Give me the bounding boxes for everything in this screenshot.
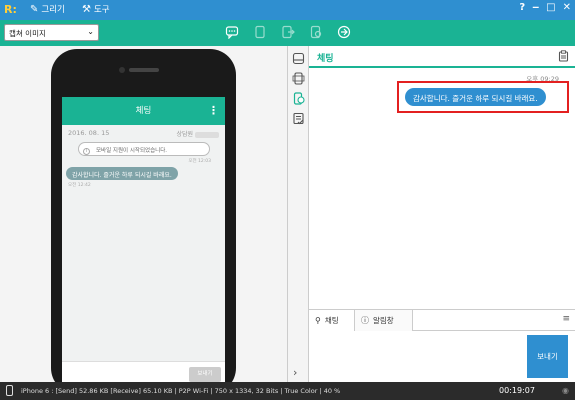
window-controls: ? ‒ □ ✕ <box>519 2 571 13</box>
link-icon[interactable] <box>337 25 351 39</box>
agent-name-blur <box>195 131 219 138</box>
tab-chat-label: 채팅 <box>324 316 339 325</box>
share-icon[interactable] <box>309 25 323 39</box>
maximize-button[interactable]: □ <box>546 2 555 13</box>
capture-select[interactable]: 캡쳐 이미지 ⌄ <box>4 24 99 41</box>
doc-icon[interactable] <box>253 25 267 39</box>
tab-chat[interactable]: ⚲ 채팅 <box>309 310 355 331</box>
toolbar: 캡쳐 이미지 ⌄ <box>0 20 575 46</box>
phone-notice-text: 모바일 지원이 시작되었습니다. <box>96 148 168 154</box>
phone-camera <box>119 67 125 73</box>
camera-icon[interactable]: ◉ <box>562 386 569 395</box>
tools-icon: ⚒ <box>82 3 91 15</box>
capture-select-value: 캡쳐 이미지 <box>9 29 46 38</box>
chat-icon[interactable] <box>225 25 239 40</box>
info-icon: i <box>83 148 90 155</box>
expand-arrow-icon[interactable]: › <box>293 366 297 379</box>
status-bar: iPhone 6 : [Send] 52.86 KB [Receive] 65.… <box>0 382 575 400</box>
mobile-chat-icon[interactable] <box>291 92 306 107</box>
kebab-menu-icon[interactable]: ⋮ <box>208 97 219 125</box>
side-tabs: › <box>288 46 309 382</box>
phone-notice: i 모바일 지원이 시작되었습니다. <box>78 142 210 156</box>
phone-chat-body: 2016. 08. 15 상담원 i 모바일 지원이 시작되었습니다. 오전 12… <box>62 125 225 361</box>
pencil-icon: ✎ <box>30 3 39 15</box>
phone-notice-time: 오전 12:03 <box>188 159 211 164</box>
device-info: iPhone 6 : [Send] 52.86 KB [Receive] 65.… <box>21 387 341 395</box>
phone-speaker <box>129 68 159 72</box>
close-button[interactable]: ✕ <box>563 2 571 13</box>
phone-chat-title: 체팅 <box>135 106 152 116</box>
chat-header: 체팅 <box>309 46 575 68</box>
phone-agent-text: 상담원 <box>176 131 194 138</box>
phone-message-time: 오전 12:42 <box>68 183 91 188</box>
chat-input-area[interactable]: 보내기 <box>309 331 575 382</box>
phone-message-bubble: 감사합니다. 즐거운 하루 되시길 바래요. <box>66 167 178 180</box>
phone-icon <box>6 385 13 396</box>
menu-draw-label: 그리기 <box>41 5 65 15</box>
help-button[interactable]: ? <box>519 2 525 13</box>
info-icon: ⓘ <box>361 316 369 325</box>
menu-icon[interactable]: ≡ <box>562 314 570 324</box>
phone-screen: 체팅 ⋮ 2016. 08. 15 상담원 i 모바일 지원이 시작되었습니다. … <box>62 97 225 387</box>
chevron-down-icon: ⌄ <box>87 27 94 36</box>
highlight-box <box>397 81 569 113</box>
chat-panel: 체팅 오후 09:29 감사합니다. 즐거운 하루 되시길 바래요. ⚲ 채팅 ⓘ… <box>309 46 575 382</box>
minimize-button[interactable]: ‒ <box>532 2 539 13</box>
app-logo: R: <box>4 3 17 16</box>
export-icon[interactable] <box>281 25 295 39</box>
checklist-icon[interactable] <box>291 112 306 127</box>
phone-send-button[interactable]: 보내기 <box>189 367 221 382</box>
phone-agent-label: 상담원 <box>177 129 219 138</box>
search-icon: ⚲ <box>315 316 321 325</box>
menu-draw[interactable]: ✎ 그리기 <box>30 3 65 16</box>
title-bar: R: ✎ 그리기 ⚒ 도구 ? ‒ □ ✕ <box>0 0 575 20</box>
menu-tools-label: 도구 <box>93 5 110 15</box>
tab-alerts-label: 알림창 <box>373 316 394 325</box>
phone-mockup: 체팅 ⋮ 2016. 08. 15 상담원 i 모바일 지원이 시작되었습니다. … <box>51 49 236 394</box>
mobile-icon[interactable] <box>291 72 306 87</box>
session-timer: 00:19:07 <box>499 386 535 395</box>
phone-chat-header: 체팅 ⋮ <box>62 97 225 125</box>
send-button[interactable]: 보내기 <box>527 335 568 378</box>
menu-tools[interactable]: ⚒ 도구 <box>82 3 110 16</box>
phone-chat-date: 2016. 08. 15 <box>68 129 110 137</box>
toolbar-icons <box>225 25 351 40</box>
capture-panel: 체팅 ⋮ 2016. 08. 15 상담원 i 모바일 지원이 시작되었습니다. … <box>0 46 288 394</box>
chat-title: 체팅 <box>317 54 334 64</box>
clipboard-icon[interactable] <box>558 50 569 65</box>
tab-alerts[interactable]: ⓘ 알림창 <box>355 310 413 331</box>
chat-tabs: ⚲ 채팅 ⓘ 알림창 ≡ <box>309 309 575 331</box>
monitor-icon[interactable] <box>291 52 306 67</box>
